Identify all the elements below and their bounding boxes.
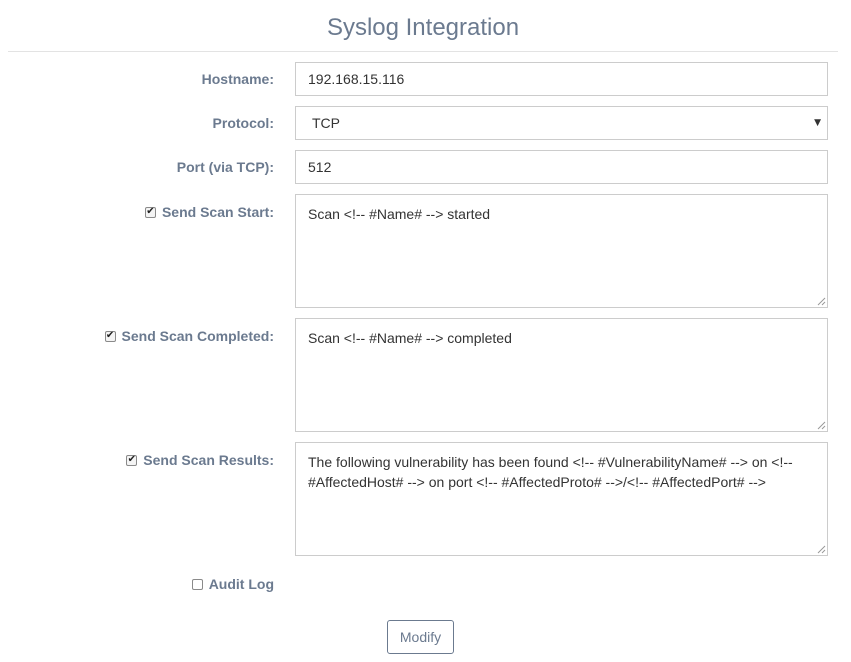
checkmark-icon: ✔ — [146, 206, 155, 217]
resize-grip-icon[interactable] — [817, 297, 826, 306]
send-scan-results-textarea[interactable]: The following vulnerability has been fou… — [295, 442, 828, 556]
protocol-selected-value: TCP — [312, 115, 340, 131]
hostname-value: 192.168.15.116 — [308, 71, 405, 87]
hostname-input[interactable]: 192.168.15.116 — [295, 62, 828, 96]
syslog-integration-page: Syslog Integration Hostname: 192.168.15.… — [0, 0, 851, 662]
send-scan-start-textarea[interactable]: Scan <!-- #Name# --> started — [295, 194, 828, 308]
port-label: Port (via TCP): — [177, 157, 274, 177]
hostname-label-text: Hostname: — [201, 71, 274, 87]
protocol-label-text: Protocol: — [212, 115, 274, 131]
send-scan-start-label: ✔ Send Scan Start: — [144, 202, 274, 222]
send-scan-results-value: The following vulnerability has been fou… — [308, 454, 793, 490]
send-scan-completed-checkbox[interactable]: ✔ — [104, 330, 116, 342]
modify-button[interactable]: Modify — [387, 620, 454, 654]
port-input[interactable]: 512 — [295, 150, 828, 184]
send-scan-completed-label-text: Send Scan Completed: — [121, 328, 274, 344]
protocol-select[interactable]: TCP ▼ — [295, 106, 828, 140]
send-scan-completed-label: ✔ Send Scan Completed: — [104, 326, 274, 346]
send-scan-start-label-text: Send Scan Start: — [161, 204, 274, 220]
resize-grip-icon[interactable] — [817, 421, 826, 430]
resize-grip-icon[interactable] — [817, 545, 826, 554]
hostname-label: Hostname: — [202, 69, 274, 89]
protocol-label: Protocol: — [213, 113, 274, 133]
audit-log-checkbox[interactable] — [191, 578, 203, 590]
send-scan-results-label-text: Send Scan Results: — [143, 452, 274, 468]
checkmark-icon: ✔ — [127, 454, 136, 465]
port-label-text: Port (via TCP): — [176, 159, 274, 175]
send-scan-start-value: Scan <!-- #Name# --> started — [308, 206, 491, 222]
send-scan-start-checkbox[interactable]: ✔ — [144, 206, 156, 218]
port-value: 512 — [308, 159, 332, 175]
send-scan-completed-value: Scan <!-- #Name# --> completed — [308, 330, 512, 346]
title-divider — [8, 51, 838, 52]
audit-log-label: Audit Log — [191, 574, 274, 594]
caret-down-icon: ▼ — [814, 118, 821, 128]
send-scan-completed-textarea[interactable]: Scan <!-- #Name# --> completed — [295, 318, 828, 432]
checkmark-icon: ✔ — [105, 330, 115, 341]
send-scan-results-label: ✔ Send Scan Results: — [126, 450, 274, 470]
page-title: Syslog Integration — [326, 14, 520, 41]
audit-log-label-text: Audit Log — [208, 576, 274, 592]
send-scan-results-checkbox[interactable]: ✔ — [126, 454, 138, 466]
